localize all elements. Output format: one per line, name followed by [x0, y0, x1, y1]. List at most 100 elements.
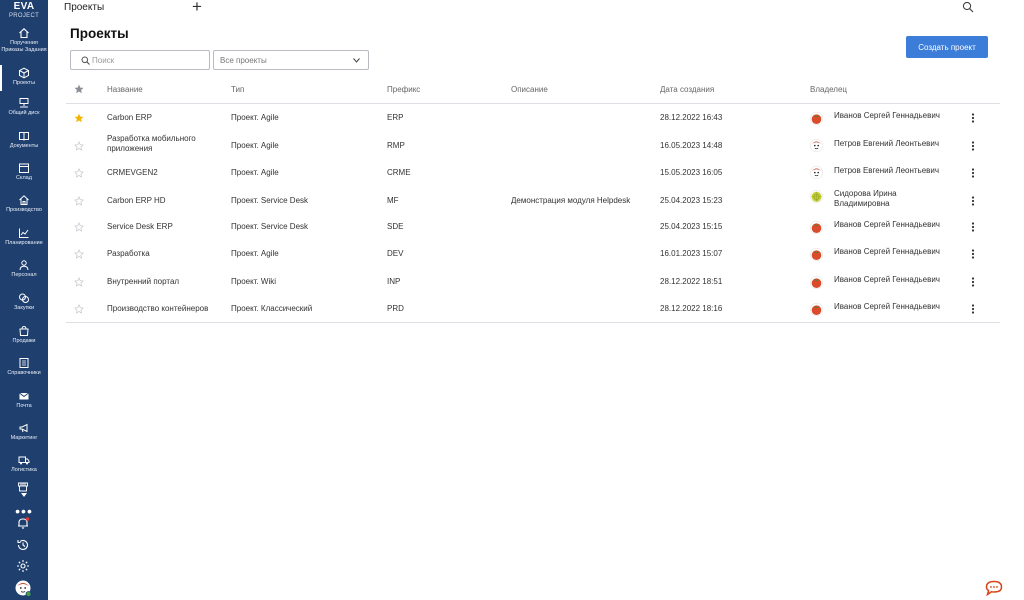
sidebar-item-warehouse[interactable]: Склад	[0, 162, 48, 182]
project-filter-value: Все проекты	[220, 56, 267, 65]
sidebar-item-marketing[interactable]: Маркетинг	[0, 422, 48, 442]
sidebar-item-logistics[interactable]: Логистика	[0, 454, 48, 474]
table-row[interactable]: Внутренний портал Проект. Wiki INP 28.12.20…	[66, 269, 1000, 295]
table-row[interactable]: Разработка Проект. Agile DEV 16.01.2023 15:…	[66, 241, 1000, 267]
project-owner: Сидорова Ирина Владимировна	[834, 189, 897, 208]
project-type: Проект. Agile	[231, 113, 279, 122]
sidebar-item-purchases[interactable]: Закупки	[0, 292, 48, 312]
row-menu-kebab-icon[interactable]	[970, 167, 976, 178]
project-name: CRMEVGEN2	[107, 167, 158, 177]
project-created-date: 16.01.2023 15:07	[660, 249, 723, 258]
favorite-star-outline-icon[interactable]	[74, 140, 84, 151]
chat-bubble-icon[interactable]	[985, 580, 1003, 596]
search-field[interactable]	[70, 50, 210, 70]
brand-title: EVA	[13, 1, 35, 12]
sidebar-item-documents[interactable]: Документы	[0, 130, 48, 150]
favorite-star-outline-icon[interactable]	[74, 249, 84, 259]
sidebar-item-label: Маркетинг	[10, 435, 38, 441]
favorite-star-outline-icon[interactable]	[74, 195, 84, 206]
plus-icon[interactable]: +	[192, 0, 202, 17]
row-menu-kebab-icon[interactable]	[970, 304, 976, 314]
chart-icon	[19, 228, 29, 238]
favorite-star-outline-icon[interactable]	[74, 222, 84, 232]
row-menu-kebab-icon[interactable]	[970, 222, 976, 232]
column-header-owner[interactable]: Владелец	[810, 85, 847, 94]
column-header-type[interactable]: Тип	[231, 85, 244, 94]
table-row[interactable]: Carbon ERP HD Проект. Service Desk MF Демон…	[66, 187, 1000, 214]
column-header-name[interactable]: Название	[107, 85, 143, 94]
sidebar-item-assignments[interactable]: Поручения Приказы Задания	[0, 27, 48, 53]
topbar-title: Проекты	[64, 2, 105, 13]
column-header-description[interactable]: Описание	[511, 85, 548, 94]
project-type: Проект. Agile	[231, 140, 279, 150]
sidebar-item-planning[interactable]: Планирование	[0, 227, 48, 247]
row-menu-kebab-icon[interactable]	[970, 195, 976, 206]
favorite-star-outline-icon[interactable]	[74, 304, 84, 314]
table-row[interactable]: Разработка мобильного приложения Проект. …	[66, 132, 1000, 159]
table-row[interactable]: CRMEVGEN2 Проект. Agile CRME 15.05.2023 16:…	[66, 160, 1000, 185]
sidebar-item-references[interactable]: Справочники	[0, 357, 48, 377]
project-prefix: DEV	[387, 249, 404, 258]
project-created-date: 15.05.2023 16:05	[660, 167, 723, 177]
project-created-date: 25.04.2023 15:15	[660, 222, 723, 231]
store-icon[interactable]	[17, 481, 29, 493]
history-icon[interactable]	[16, 538, 30, 552]
sidebar-item-label: Логистика	[11, 467, 37, 473]
table-divider	[66, 322, 1000, 323]
project-type: Проект. Agile	[231, 167, 279, 177]
sidebar-item-shared-drive[interactable]: Общий диск	[0, 97, 48, 117]
table-row[interactable]: Carbon ERP Проект. Agile ERP 28.12.2022 16:…	[66, 106, 1000, 130]
settings-gear-icon[interactable]	[16, 559, 30, 573]
sidebar-item-label: Справочники	[7, 370, 41, 376]
favorite-star-filled-icon[interactable]	[74, 113, 84, 123]
table-row[interactable]: Service Desk ERP Проект. Service Desk SDE 2…	[66, 214, 1000, 240]
project-prefix: ERP	[387, 113, 404, 122]
search-input[interactable]	[92, 54, 202, 66]
table-row[interactable]: Производство контейнеров Проект. Классиче…	[66, 296, 1000, 322]
brand-logo[interactable]: EVA PROJECT	[0, 1, 48, 20]
favorite-star-outline-icon[interactable]	[74, 167, 84, 178]
project-description: Демонстрация модуля Helpdesk	[511, 195, 631, 205]
sidebar-item-sales[interactable]: Продажи	[0, 325, 48, 345]
search-icon	[81, 56, 90, 65]
row-menu-kebab-icon[interactable]	[970, 249, 976, 259]
more-icon[interactable]: •••	[0, 504, 48, 518]
sidebar-item-mail[interactable]: Почта	[0, 390, 48, 410]
page-title: Проекты	[70, 26, 129, 41]
project-filter-select[interactable]: Все проекты	[213, 50, 369, 70]
project-name: Carbon ERP	[107, 113, 152, 122]
table-divider	[66, 103, 1000, 104]
project-owner: Иванов Сергей Геннадьевич	[834, 302, 940, 311]
sidebar-item-projects[interactable]: Проекты	[0, 65, 48, 91]
create-project-button[interactable]: Создать проект	[906, 36, 988, 58]
owner-avatar-tomato-icon	[810, 275, 823, 289]
factory-icon	[19, 195, 29, 205]
project-owner: Петров Евгений Леонтьевич	[834, 165, 940, 175]
sidebar-item-label: Проекты	[12, 80, 36, 86]
favorite-star-outline-icon[interactable]	[74, 277, 84, 287]
chevron-down-icon[interactable]	[21, 493, 27, 497]
reference-book-icon	[19, 358, 29, 368]
sidebar-item-production[interactable]: Производство	[0, 194, 48, 214]
row-menu-kebab-icon[interactable]	[970, 277, 976, 287]
user-avatar-icon[interactable]	[15, 580, 32, 597]
favorite-column-star-icon[interactable]	[74, 84, 84, 94]
row-menu-kebab-icon[interactable]	[970, 113, 976, 123]
search-icon[interactable]	[962, 1, 974, 13]
project-name: Разработка мобильного приложения	[107, 134, 196, 153]
project-prefix: MF	[387, 195, 399, 205]
row-menu-kebab-icon[interactable]	[970, 140, 976, 151]
notifications-bell-icon[interactable]	[16, 516, 30, 530]
project-name: Производство контейнеров	[107, 304, 209, 313]
sidebar-item-label: Почта	[16, 403, 32, 409]
brand-subtitle: PROJECT	[8, 13, 40, 19]
sidebar-item-label: Общий диск	[8, 110, 40, 116]
coins-icon	[19, 293, 29, 303]
project-name: Внутренний портал	[107, 277, 180, 286]
project-type: Проект. Wiki	[231, 277, 277, 286]
project-created-date: 25.04.2023 15:23	[660, 195, 723, 205]
sidebar-item-staff[interactable]: Персонал	[0, 259, 48, 279]
column-header-created[interactable]: Дата создания	[660, 85, 714, 94]
mail-icon	[19, 392, 29, 400]
column-header-prefix[interactable]: Префикс	[387, 85, 420, 94]
